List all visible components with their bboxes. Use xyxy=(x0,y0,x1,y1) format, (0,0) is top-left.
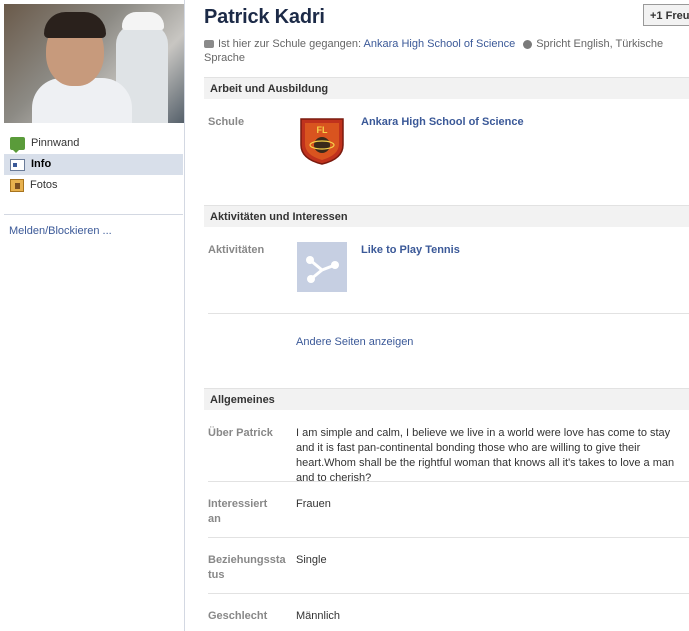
nav-item-pinnwand[interactable]: Pinnwand xyxy=(4,133,183,154)
school-logo-icon[interactable]: FL xyxy=(297,115,347,165)
nav-divider xyxy=(4,214,183,215)
about-text: I am simple and calm, I believe we live … xyxy=(296,427,675,484)
report-block-link[interactable]: Melden/Blockieren ... xyxy=(9,225,112,237)
relationship-label: Beziehungsstatus xyxy=(208,554,286,581)
left-column: Pinnwand Info Fotos Melden/Blockieren ..… xyxy=(0,0,185,631)
activities-label: Aktivitäten xyxy=(208,244,265,256)
photo-cap xyxy=(122,12,164,30)
interested-label: Interessiert an xyxy=(208,498,268,525)
wall-icon xyxy=(10,137,25,153)
more-pages-link[interactable]: Andere Seiten anzeigen xyxy=(296,335,413,350)
profile-photo[interactable] xyxy=(4,4,184,123)
profile-summary: Ist hier zur Schule gegangen: Ankara Hig… xyxy=(204,37,684,65)
photo-hair xyxy=(44,12,106,38)
nav-item-label: Info xyxy=(31,158,52,170)
info-icon xyxy=(10,158,25,171)
globe-icon xyxy=(523,39,533,49)
gender-label: Geschlecht xyxy=(208,610,268,622)
interested-divider xyxy=(208,537,689,538)
relationship-value: Single xyxy=(296,554,327,566)
profile-nav: Pinnwand Info Fotos xyxy=(4,133,183,196)
section-header-work: Arbeit und Ausbildung xyxy=(204,77,689,99)
school-prefix: Ist hier zur Schule gegangen: xyxy=(218,38,362,50)
nav-item-fotos[interactable]: Fotos xyxy=(4,175,183,196)
section-header-activities: Aktivitäten und Interessen xyxy=(204,205,689,227)
school-name[interactable]: Ankara High School of Science xyxy=(361,115,524,130)
profile-name: Patrick Kadri xyxy=(204,6,325,28)
activities-divider xyxy=(208,313,689,314)
gender-value: Männlich xyxy=(296,610,341,622)
nav-item-label: Fotos xyxy=(30,179,58,191)
nav-item-info[interactable]: Info xyxy=(4,154,183,175)
about-label: Über Patrick xyxy=(208,427,273,439)
school-icon xyxy=(204,40,214,49)
photos-icon xyxy=(10,179,24,192)
school-label: Schule xyxy=(208,116,245,128)
add-friend-button[interactable]: +1 Freu xyxy=(643,4,689,26)
relationship-divider xyxy=(208,593,689,594)
interested-value: Frauen xyxy=(296,498,331,510)
about-divider xyxy=(208,481,689,482)
svg-text:FL: FL xyxy=(317,125,328,135)
school-link[interactable]: Ankara High School of Science xyxy=(364,38,516,50)
activity-name[interactable]: Like to Play Tennis xyxy=(361,243,460,258)
nav-item-label: Pinnwand xyxy=(31,137,80,149)
activity-placeholder-icon[interactable] xyxy=(297,242,347,292)
section-header-general: Allgemeines xyxy=(204,388,689,410)
